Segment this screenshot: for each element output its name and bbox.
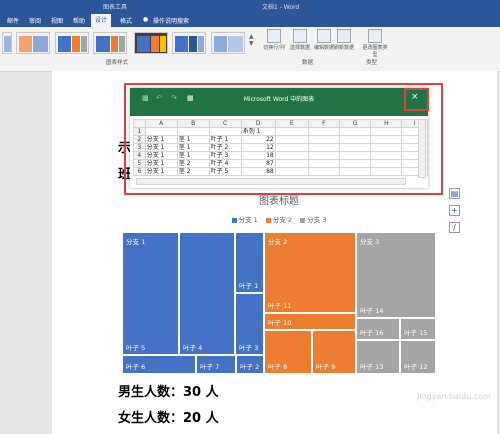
ribbon: ▲ ▼ 切换行/列 选择数据 编辑数据 刷新数据 更改图表类型 xyxy=(0,27,500,72)
leaf-label: 叶子 14 xyxy=(360,307,384,315)
layout-options-icon[interactable]: ▤ xyxy=(449,188,460,199)
chart-style-3[interactable] xyxy=(55,32,89,54)
treemap-tile[interactable]: 叶子 8 xyxy=(264,330,312,374)
chart-style-5[interactable] xyxy=(134,32,168,54)
chart-style-7[interactable] xyxy=(211,32,245,54)
watermark: Jingyan.baidu.com xyxy=(417,392,491,401)
treemap-tile[interactable]: 分支 1 叶子 5 xyxy=(122,232,179,355)
female-count-text: 女生人数：20 人 xyxy=(118,411,219,426)
legend-swatch xyxy=(265,217,271,223)
leaf-label: 叶子 4 xyxy=(183,344,203,352)
treemap-tile[interactable]: 叶子 16 xyxy=(356,318,400,340)
leaf-label: 叶子 7 xyxy=(200,363,220,371)
tab-view[interactable]: 视图 xyxy=(51,16,63,25)
legend-swatch xyxy=(300,217,306,223)
change-chart-type-button[interactable]: 更改图表类型 xyxy=(361,29,389,58)
branch-label: 分支 1 xyxy=(126,238,146,246)
group-chart-styles-label: 图表样式 xyxy=(106,60,129,66)
leaf-label: 叶子 11 xyxy=(268,302,292,310)
ribbon-tabs: 邮件 审阅 视图 帮助 设计 格式 ● 操作说明搜索 xyxy=(0,14,500,27)
leaf-label: 叶子 16 xyxy=(360,329,384,337)
leaf-label: 叶子 2 xyxy=(240,363,260,371)
leaf-label: 叶子 9 xyxy=(316,363,336,371)
treemap-tile[interactable]: 叶子 7 xyxy=(196,355,236,374)
treemap-tile[interactable]: 分支 2 叶子 11 xyxy=(264,232,356,313)
annotation-highlight-box xyxy=(124,83,443,195)
treemap-tile[interactable]: 叶子 1 xyxy=(235,232,264,293)
tab-mailings[interactable]: 邮件 xyxy=(7,16,19,25)
leaf-label: 叶子 5 xyxy=(126,344,146,352)
title-bar: 图表工具 文档1 - Word xyxy=(0,0,500,14)
group-type-label: 类型 xyxy=(366,60,378,66)
leaf-label: 叶子 6 xyxy=(126,363,146,371)
branch-label: 分支 3 xyxy=(360,238,380,246)
treemap-tile[interactable]: 叶子 12 xyxy=(400,340,436,374)
styles-scroll-icon[interactable]: ▲ ▼ xyxy=(249,33,254,47)
chart-style-1[interactable] xyxy=(2,32,12,54)
leaf-label: 叶子 10 xyxy=(268,319,292,327)
leaf-label: 叶子 1 xyxy=(239,282,259,290)
branch-label: 分支 2 xyxy=(268,238,288,246)
treemap-tile[interactable]: 分支 3 叶子 14 xyxy=(356,232,436,318)
leaf-label: 叶子 3 xyxy=(239,344,259,352)
treemap-chart[interactable]: 图表标题 分支 1 分支 2 分支 3 分支 1 叶子 5 叶子 4 叶子 1 叶子 3… xyxy=(118,186,440,378)
treemap-tile[interactable]: 叶子 6 xyxy=(122,355,196,374)
switch-row-column-button[interactable]: 切换行/列 xyxy=(262,29,286,51)
treemap-tile[interactable]: 叶子 4 xyxy=(179,232,235,355)
tell-me-search[interactable]: 操作说明搜索 xyxy=(153,16,189,25)
leaf-label: 叶子 12 xyxy=(404,363,428,371)
leaf-label: 叶子 13 xyxy=(360,363,384,371)
legend-swatch xyxy=(231,217,237,223)
tab-format[interactable]: 格式 xyxy=(120,16,132,25)
select-data-button[interactable]: 选择数据 xyxy=(288,29,312,51)
leaf-label: 叶子 8 xyxy=(268,363,288,371)
legend-item: 分支 3 xyxy=(300,214,326,224)
chart-style-2[interactable] xyxy=(16,32,50,54)
legend-item: 分支 2 xyxy=(265,214,292,224)
group-data-label: 数据 xyxy=(302,60,314,66)
chart-style-6[interactable] xyxy=(172,32,206,54)
male-count-text: 男生人数：30 人 xyxy=(118,385,219,400)
lightbulb-icon: ● xyxy=(143,16,149,23)
chart-style-4[interactable] xyxy=(93,32,127,54)
treemap-tile[interactable]: 叶子 3 xyxy=(235,293,264,355)
treemap-tile[interactable]: 叶子 15 xyxy=(400,318,436,340)
treemap-tile[interactable]: 叶子 13 xyxy=(356,340,400,374)
refresh-data-button[interactable]: 刷新数据 xyxy=(332,29,356,51)
treemap-tile[interactable]: 叶子 10 xyxy=(264,313,356,330)
legend-item: 分支 1 xyxy=(231,214,258,224)
tab-review[interactable]: 审阅 xyxy=(29,16,41,25)
chart-legend[interactable]: 分支 1 分支 2 分支 3 xyxy=(118,214,440,224)
tab-help[interactable]: 帮助 xyxy=(73,16,85,25)
annotation-close-highlight xyxy=(404,88,429,111)
document-title: 文档1 - Word xyxy=(262,4,300,11)
tab-design[interactable]: 设计 xyxy=(91,14,112,27)
leaf-label: 叶子 15 xyxy=(404,329,428,337)
treemap-tile[interactable]: 叶子 9 xyxy=(312,330,356,374)
treemap-tile[interactable]: 叶子 2 xyxy=(236,355,264,374)
chart-elements-icon[interactable]: + xyxy=(449,205,460,216)
context-tab-label: 图表工具 xyxy=(103,4,128,11)
chart-styles-brush-icon[interactable]: ∕ xyxy=(449,222,460,233)
